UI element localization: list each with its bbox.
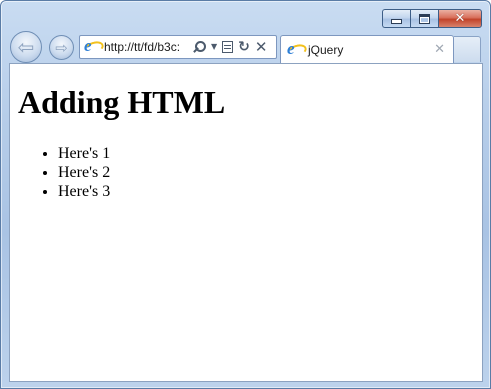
list-item: Here's 1 <box>58 144 110 163</box>
list-item: Here's 3 <box>58 182 110 201</box>
tab-jquery[interactable]: e jQuery ✕ <box>280 35 454 63</box>
browser-window: ✕ ⇦ ⇨ e http://tt/fd/b3c: ▼ ↻ ✕ e jQuery… <box>0 0 491 389</box>
page-content: Adding HTML Here's 1 Here's 2 Here's 3 <box>9 63 483 382</box>
close-button[interactable]: ✕ <box>438 9 482 28</box>
item-list: Here's 1 Here's 2 Here's 3 <box>18 144 110 201</box>
dropdown-chevron-icon[interactable]: ▼ <box>211 43 217 51</box>
minimize-button[interactable] <box>382 9 410 28</box>
ie-logo-icon: e <box>81 37 106 57</box>
page-heading: Adding HTML <box>18 84 226 120</box>
new-tab-button[interactable] <box>454 36 481 62</box>
refresh-icon[interactable]: ↻ <box>238 40 250 54</box>
tab-title: jQuery <box>308 42 344 57</box>
address-url[interactable]: http://tt/fd/b3c: <box>104 40 190 54</box>
list-item: Here's 2 <box>58 163 110 182</box>
close-icon: ✕ <box>454 11 466 26</box>
tab-ie-logo-icon: e <box>284 40 309 60</box>
back-arrow-icon: ⇦ <box>17 35 35 59</box>
maximize-button[interactable] <box>410 9 438 28</box>
address-bar[interactable]: e http://tt/fd/b3c: ▼ ↻ ✕ <box>79 35 277 59</box>
compatibility-view-icon[interactable] <box>222 41 234 53</box>
minimize-icon <box>391 19 402 24</box>
caption-buttons: ✕ <box>382 9 482 28</box>
forward-button[interactable]: ⇨ <box>49 35 74 60</box>
forward-arrow-icon: ⇨ <box>55 38 68 57</box>
stop-icon[interactable]: ✕ <box>255 39 268 55</box>
tab-close-icon[interactable]: ✕ <box>434 43 445 56</box>
maximize-icon <box>419 13 430 24</box>
address-tools: ▼ ↻ ✕ <box>192 39 268 55</box>
search-icon[interactable] <box>192 40 206 54</box>
back-button[interactable]: ⇦ <box>10 31 42 63</box>
